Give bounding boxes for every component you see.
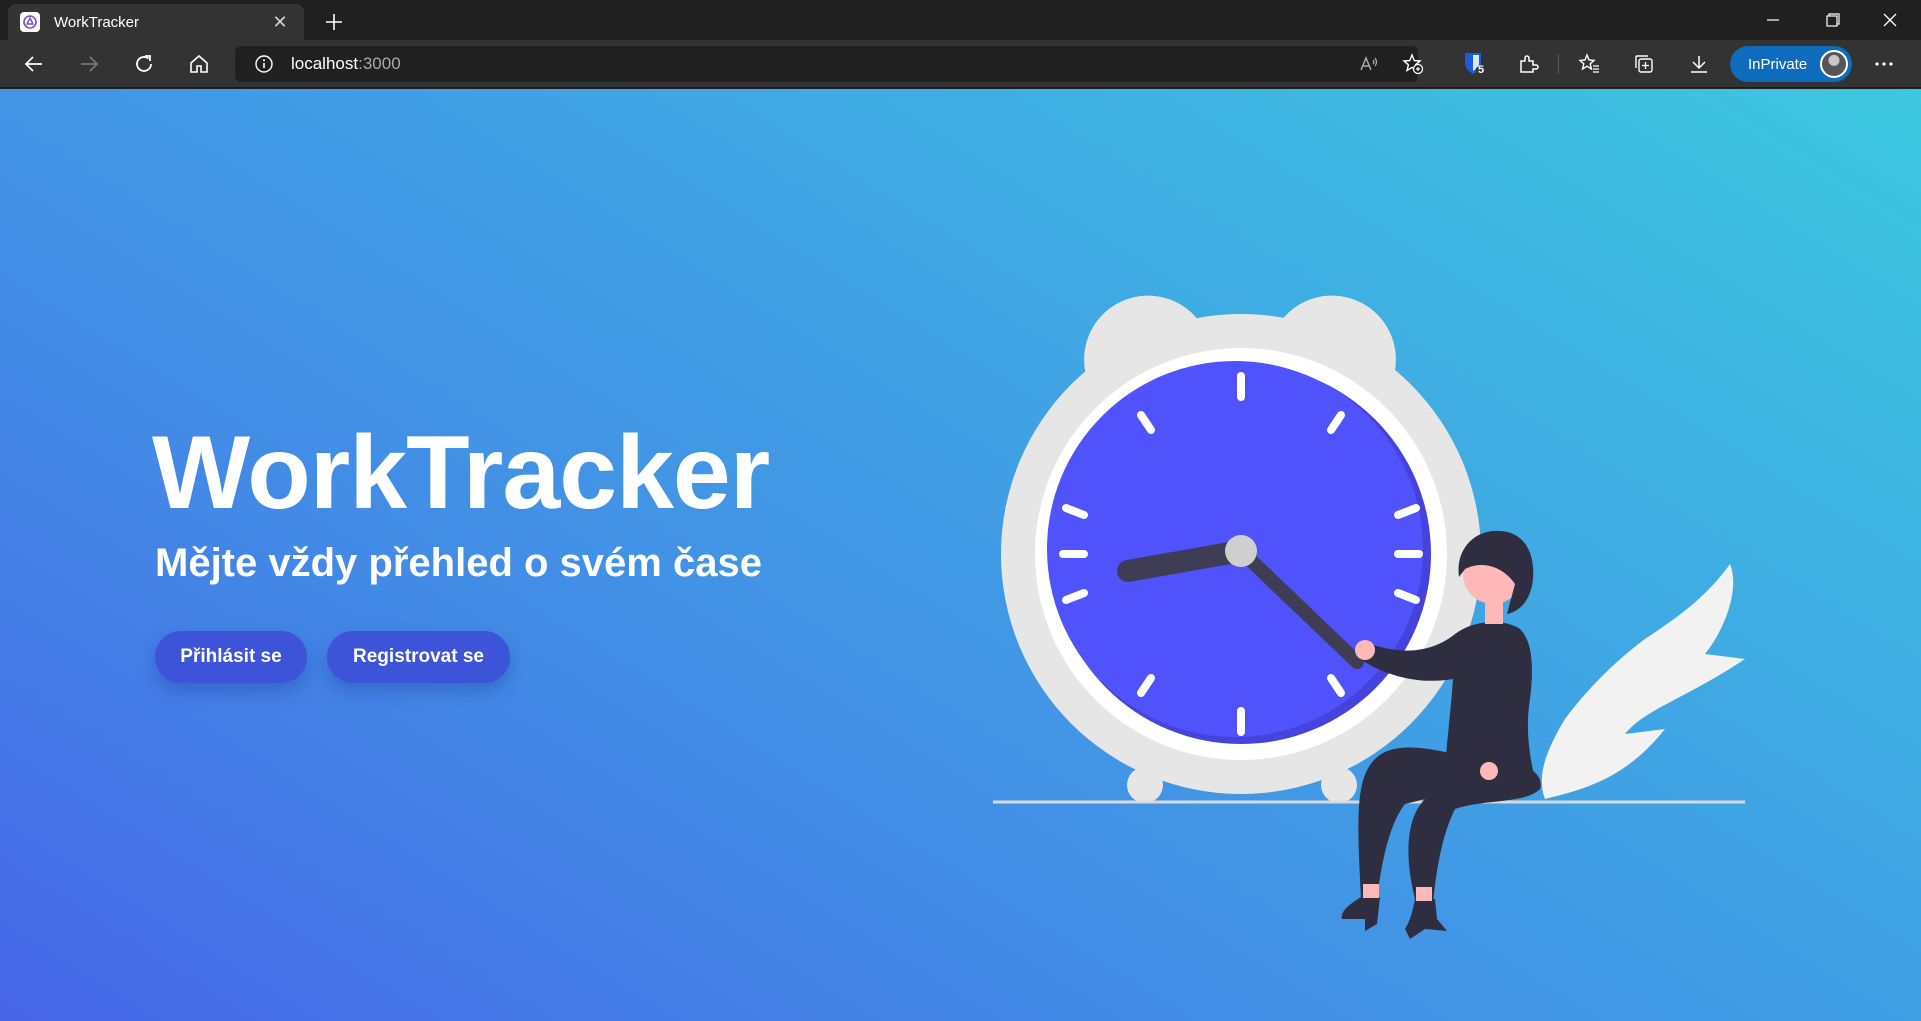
read-aloud-icon[interactable] — [1351, 48, 1387, 80]
clock-illustration — [993, 295, 1745, 939]
bitwarden-icon[interactable]: 5 — [1456, 48, 1492, 80]
browser-tab[interactable]: WorkTracker ✕ — [8, 4, 304, 40]
add-favorite-icon[interactable] — [1395, 48, 1431, 80]
profile-avatar — [1820, 50, 1848, 78]
browser-toolbar: localhost:3000 5 InPrivate — [0, 40, 1921, 88]
extensions-icon[interactable] — [1510, 48, 1546, 80]
more-icon[interactable] — [1866, 48, 1902, 80]
minimize-icon[interactable] — [1745, 0, 1801, 40]
address-port: :3000 — [358, 54, 401, 73]
forward-icon[interactable] — [71, 48, 107, 80]
login-button[interactable]: Přihlásit se — [155, 631, 307, 683]
toolbar-divider — [1558, 54, 1559, 74]
hero-subtitle: Mějte vždy přehled o svém čase — [155, 541, 762, 585]
tab-strip: WorkTracker ✕ — [0, 0, 1921, 40]
favorites-icon[interactable] — [1571, 48, 1607, 80]
address-host: localhost — [291, 54, 359, 73]
address-bar[interactable]: localhost:3000 — [235, 46, 1424, 82]
extension-badge: 5 — [1478, 64, 1485, 76]
restore-icon[interactable] — [1805, 0, 1861, 40]
tab-close-icon[interactable]: ✕ — [268, 10, 292, 34]
clock-center-pin — [1225, 535, 1257, 567]
inprivate-button[interactable]: InPrivate — [1730, 46, 1852, 82]
home-icon[interactable] — [181, 48, 217, 80]
refresh-icon[interactable] — [126, 48, 162, 80]
scarf-shape — [1541, 564, 1745, 799]
new-tab-button[interactable] — [318, 6, 350, 38]
collections-icon[interactable] — [1626, 48, 1662, 80]
landing-page: WorkTracker Mějte vždy přehled o svém ča… — [0, 89, 1921, 1021]
hero-title: WorkTracker — [152, 415, 770, 531]
tab-title: WorkTracker — [54, 13, 140, 31]
info-icon[interactable] — [247, 54, 281, 74]
downloads-icon[interactable] — [1681, 48, 1717, 80]
back-icon[interactable] — [16, 48, 52, 80]
register-button[interactable]: Registrovat se — [327, 631, 510, 683]
inprivate-label: InPrivate — [1748, 55, 1808, 73]
close-icon[interactable] — [1862, 0, 1918, 40]
tab-favicon-icon — [20, 12, 40, 32]
